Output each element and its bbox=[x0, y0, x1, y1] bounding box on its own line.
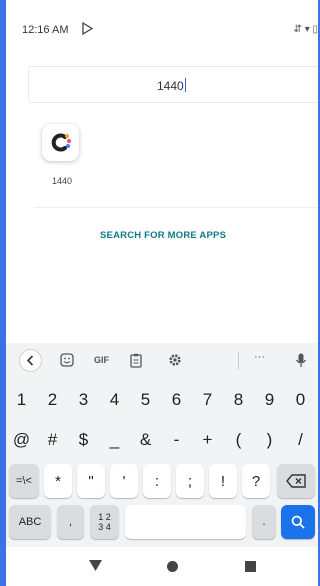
key-close-paren[interactable]: ) bbox=[254, 423, 285, 457]
microphone-icon[interactable] bbox=[295, 353, 307, 369]
search-more-apps-link[interactable]: SEARCH FOR MORE APPS bbox=[100, 230, 226, 241]
keyboard: GIF ··· 1 2 3 4 5 6 7 8 9 0 @ # $ _ & - … bbox=[6, 343, 318, 547]
key-colon[interactable]: : bbox=[143, 464, 171, 498]
key-single-quote[interactable]: ' bbox=[110, 464, 138, 498]
status-system-icons: ⇵ ▾ ▯ bbox=[293, 24, 318, 35]
key-dollar[interactable]: $ bbox=[68, 423, 99, 457]
numpad-key[interactable]: 1 2 3 4 bbox=[90, 505, 119, 539]
text-cursor bbox=[184, 78, 186, 92]
search-input[interactable]: 1440 bbox=[28, 66, 318, 103]
numpad-key-bottom: 3 4 bbox=[98, 522, 111, 532]
play-store-notification-icon bbox=[81, 21, 94, 36]
abc-key[interactable]: ABC bbox=[9, 505, 51, 539]
key-hash[interactable]: # bbox=[37, 423, 68, 457]
divider bbox=[34, 207, 318, 208]
key-question[interactable]: ? bbox=[242, 464, 270, 498]
key-underscore[interactable]: _ bbox=[99, 423, 130, 457]
search-key[interactable] bbox=[281, 505, 315, 539]
period-key[interactable]: . bbox=[252, 505, 276, 539]
gear-icon[interactable] bbox=[168, 353, 182, 369]
key-plus[interactable]: + bbox=[192, 423, 223, 457]
key-6[interactable]: 6 bbox=[161, 383, 192, 417]
numpad-key-top: 1 2 bbox=[98, 512, 111, 522]
key-ampersand[interactable]: & bbox=[130, 423, 161, 457]
key-exclamation[interactable]: ! bbox=[209, 464, 237, 498]
navigation-bar bbox=[6, 547, 318, 586]
key-0[interactable]: 0 bbox=[285, 383, 316, 417]
key-2[interactable]: 2 bbox=[37, 383, 68, 417]
key-semicolon[interactable]: ; bbox=[176, 464, 204, 498]
status-bar: 12:16 AM ⇵ ▾ ▯ bbox=[6, 0, 318, 52]
comma-key[interactable]: , bbox=[57, 505, 84, 539]
backspace-key[interactable] bbox=[277, 464, 315, 498]
key-3[interactable]: 3 bbox=[68, 383, 99, 417]
nav-back-icon[interactable] bbox=[89, 560, 102, 571]
key-9[interactable]: 9 bbox=[254, 383, 285, 417]
toolbar-separator bbox=[238, 352, 239, 370]
key-asterisk[interactable]: * bbox=[44, 464, 72, 498]
key-more-symbols[interactable]: =\< bbox=[9, 464, 39, 498]
key-1[interactable]: 1 bbox=[6, 383, 37, 417]
backspace-icon bbox=[286, 474, 306, 488]
nav-recents-icon[interactable] bbox=[245, 561, 256, 572]
key-minus[interactable]: - bbox=[161, 423, 192, 457]
nav-home-icon[interactable] bbox=[167, 561, 178, 572]
app-label: 1440 bbox=[51, 176, 73, 186]
key-at[interactable]: @ bbox=[6, 423, 37, 457]
toolbar-back-button[interactable] bbox=[19, 349, 42, 372]
clipboard-icon[interactable] bbox=[130, 353, 142, 369]
key-double-quote[interactable]: " bbox=[77, 464, 105, 498]
key-open-paren[interactable]: ( bbox=[223, 423, 254, 457]
gif-button[interactable]: GIF bbox=[94, 355, 109, 371]
more-options-icon[interactable]: ··· bbox=[254, 351, 265, 367]
search-icon bbox=[291, 515, 305, 529]
key-slash[interactable]: / bbox=[285, 423, 316, 457]
app-result-1440[interactable]: 1440 bbox=[42, 124, 86, 186]
phone-screen: 12:16 AM ⇵ ▾ ▯ 1440 1440 SEARCH FOR MORE… bbox=[6, 0, 318, 586]
keyboard-toolbar: GIF ··· bbox=[6, 343, 318, 379]
key-4[interactable]: 4 bbox=[99, 383, 130, 417]
key-8[interactable]: 8 bbox=[223, 383, 254, 417]
status-time: 12:16 AM bbox=[22, 24, 69, 36]
space-key[interactable] bbox=[125, 505, 246, 539]
search-query-text: 1440 bbox=[157, 79, 184, 93]
key-5[interactable]: 5 bbox=[130, 383, 161, 417]
emoji-icon[interactable] bbox=[60, 353, 74, 369]
key-7[interactable]: 7 bbox=[192, 383, 223, 417]
app-1440-icon bbox=[42, 124, 79, 161]
